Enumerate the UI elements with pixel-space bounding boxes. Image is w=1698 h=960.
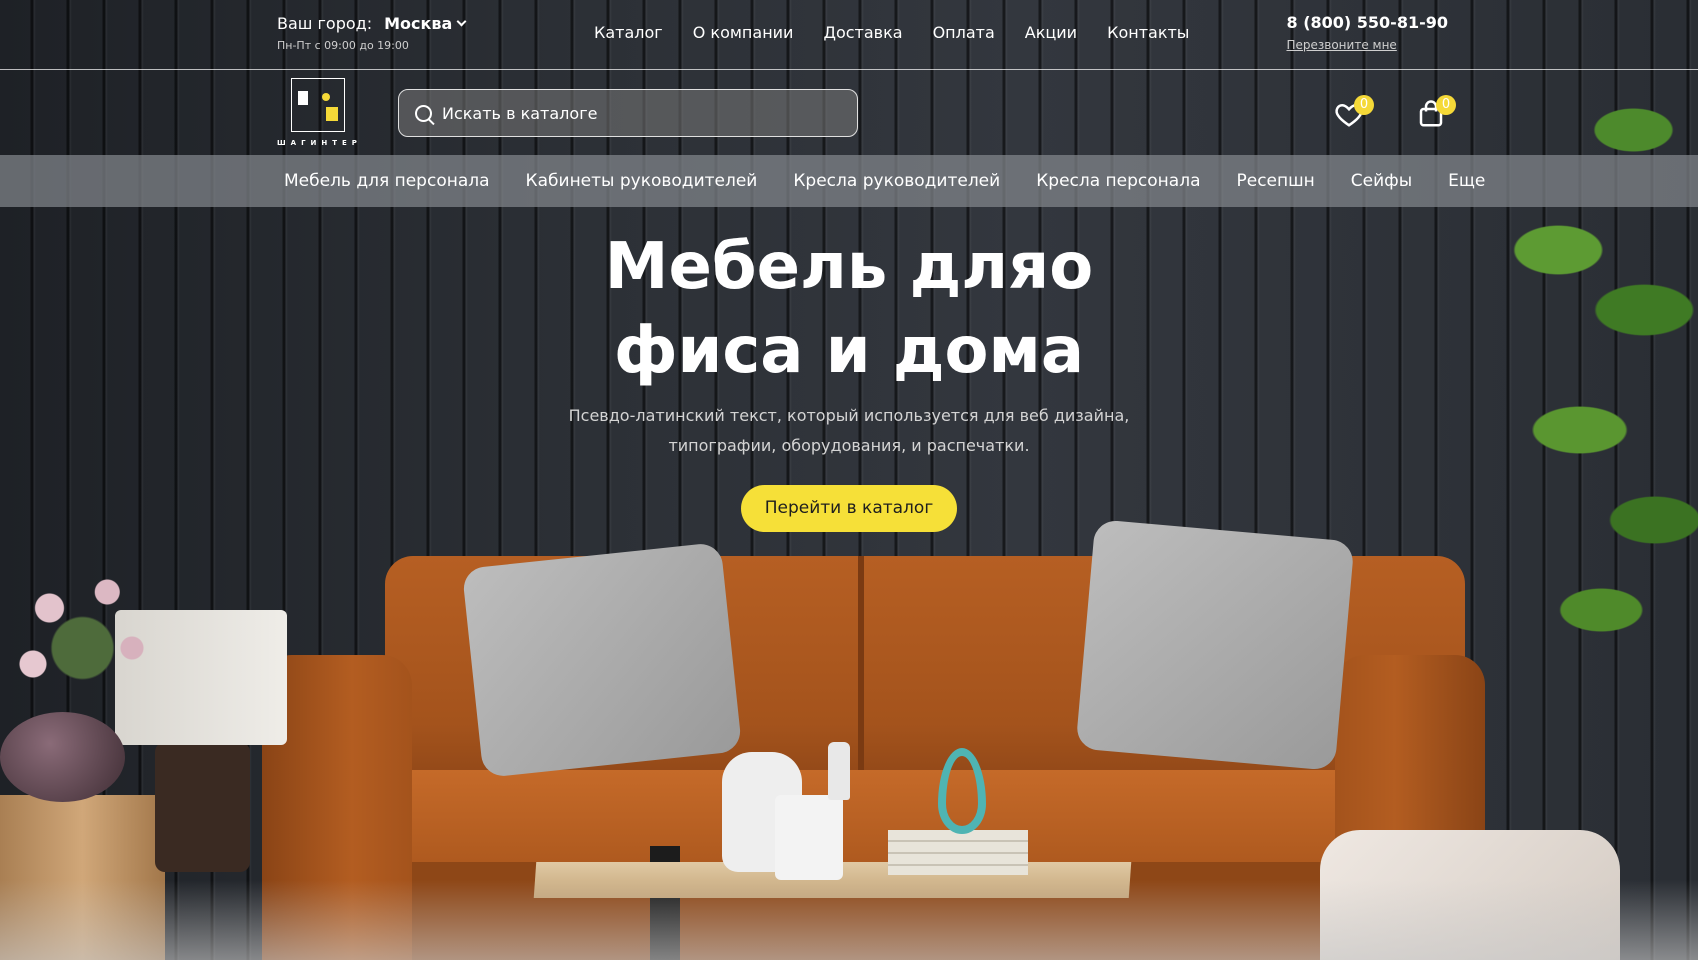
category-staff-chairs[interactable]: Кресла персонала bbox=[1036, 171, 1200, 191]
hero-title: Мебель дляо фиса и дома bbox=[549, 225, 1149, 393]
callback-link[interactable]: Перезвоните мне bbox=[1286, 38, 1448, 52]
favorites-count-badge: 0 bbox=[1354, 95, 1374, 115]
category-reception[interactable]: Ресепшн bbox=[1236, 171, 1314, 191]
hero-subtitle: Псевдо-латинский текст, который использу… bbox=[549, 401, 1149, 461]
go-to-catalog-button[interactable]: Перейти в каталог bbox=[740, 485, 958, 532]
logo-mark bbox=[291, 78, 345, 132]
search-input[interactable] bbox=[442, 103, 842, 123]
phone-number[interactable]: 8 (800) 550-81-90 bbox=[1286, 13, 1448, 32]
flowers bbox=[0, 560, 165, 720]
category-executive-offices[interactable]: Кабинеты руководителей bbox=[526, 171, 758, 191]
nav-link-contacts[interactable]: Контакты bbox=[1107, 23, 1189, 42]
nav-link-about[interactable]: О компании bbox=[693, 23, 794, 42]
books-stack bbox=[888, 830, 1028, 875]
logo-shape bbox=[298, 91, 308, 105]
hero-section: Мебель дляо фиса и дома Псевдо-латинский… bbox=[0, 225, 1698, 532]
favorites-button[interactable]: 0 bbox=[1330, 95, 1374, 135]
nav-link-payment[interactable]: Оплата bbox=[933, 23, 995, 42]
vase bbox=[828, 742, 850, 800]
top-bar: Ваш город: Москва Пн-Пт с 09:00 до 19:00… bbox=[0, 0, 1698, 70]
pillow-right bbox=[1075, 519, 1355, 771]
search-icon bbox=[415, 104, 432, 122]
category-more[interactable]: Еще bbox=[1448, 171, 1485, 191]
site-logo[interactable]: ШАГИНТЕР bbox=[277, 78, 363, 148]
search-bar[interactable] bbox=[398, 89, 858, 137]
nav-link-promotions[interactable]: Акции bbox=[1025, 23, 1077, 42]
hero-title-line: фиса и дома bbox=[613, 314, 1085, 388]
logo-shape bbox=[326, 107, 338, 121]
sofa-seam bbox=[858, 556, 864, 796]
flower-pot bbox=[0, 712, 125, 802]
city-dropdown[interactable]: Москва bbox=[384, 14, 467, 33]
hero-subtitle-line: Псевдо-латинский текст, который использу… bbox=[568, 406, 1130, 425]
vase bbox=[775, 795, 843, 880]
category-safes[interactable]: Сейфы bbox=[1351, 171, 1412, 191]
nav-link-catalog[interactable]: Каталог bbox=[594, 23, 663, 42]
cart-count-badge: 0 bbox=[1436, 95, 1456, 115]
logo-shape bbox=[322, 93, 330, 101]
floor-fade bbox=[0, 880, 1698, 960]
category-staff-furniture[interactable]: Мебель для персонала bbox=[284, 171, 490, 191]
category-bar: Мебель для персонала Кабинеты руководите… bbox=[0, 155, 1698, 207]
city-selector-block: Ваш город: Москва Пн-Пт с 09:00 до 19:00 bbox=[277, 14, 467, 52]
logo-text: ШАГИНТЕР bbox=[277, 139, 362, 147]
nav-link-delivery[interactable]: Доставка bbox=[823, 23, 902, 42]
city-label: Ваш город: bbox=[277, 14, 373, 33]
category-executive-chairs[interactable]: Кресла руководителей bbox=[793, 171, 1000, 191]
lamp-base bbox=[155, 742, 250, 872]
pillow-left bbox=[461, 541, 743, 779]
contact-block: 8 (800) 550-81-90 Перезвоните мне bbox=[1286, 13, 1448, 52]
hero-subtitle-line: типографии, оборудования, и распечатки. bbox=[668, 436, 1030, 455]
category-nav: Мебель для персонала Кабинеты руководите… bbox=[284, 155, 1485, 207]
chevron-down-icon bbox=[456, 16, 467, 27]
city-value: Москва bbox=[384, 14, 453, 33]
working-hours: Пн-Пт с 09:00 до 19:00 bbox=[277, 39, 409, 52]
city-line: Ваш город: Москва bbox=[277, 14, 467, 33]
cart-button[interactable]: 0 bbox=[1412, 95, 1456, 135]
top-nav: Каталог О компании Доставка Оплата Акции… bbox=[594, 23, 1189, 42]
hero-title-line: Мебель дляо bbox=[604, 230, 1094, 304]
